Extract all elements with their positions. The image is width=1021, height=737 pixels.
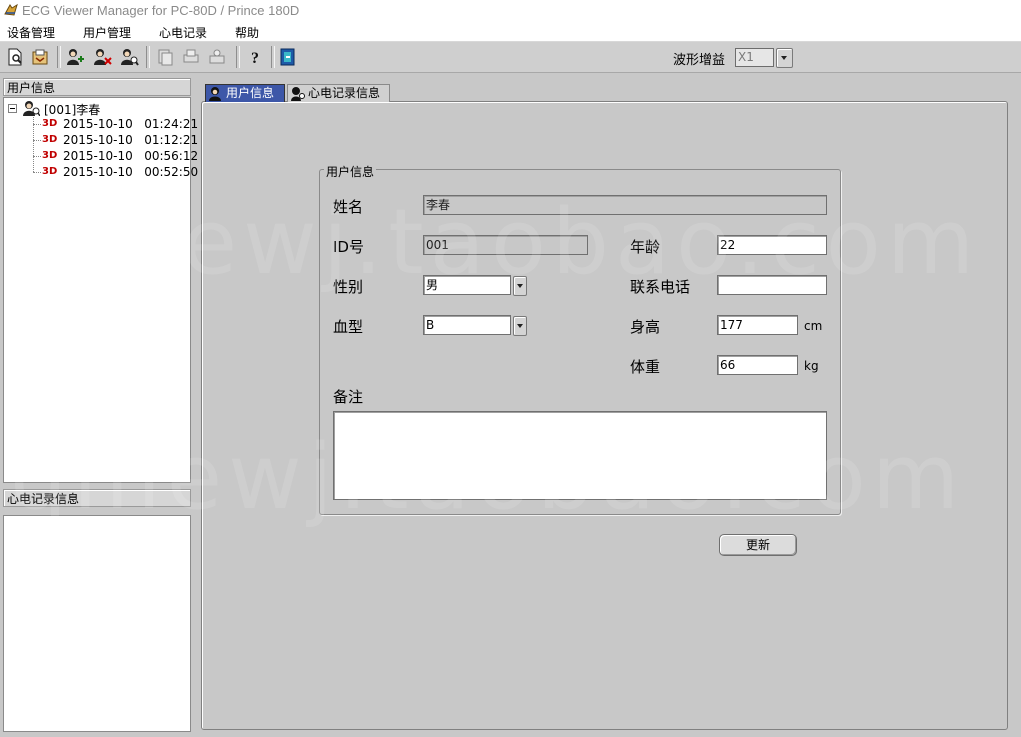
search-user-icon (291, 87, 305, 101)
waveform-gain-dropdown-button[interactable] (776, 48, 793, 68)
print-preview-icon[interactable] (207, 47, 227, 67)
record-3d-badge: 3D (42, 150, 58, 161)
tree-connector (33, 172, 41, 173)
toolbar-separator (57, 46, 61, 68)
exit-icon[interactable] (278, 47, 298, 67)
chevron-down-icon (517, 324, 523, 328)
record-3d-badge: 3D (42, 118, 58, 129)
user-icon (209, 87, 221, 101)
app-icon (4, 3, 18, 16)
tree-record-item[interactable]: 2015-10-10 00:56:12 (63, 149, 198, 163)
tree-collapse-toggle[interactable] (8, 104, 17, 113)
toolbar-separator (236, 46, 240, 68)
height-label: 身高 (630, 318, 661, 336)
record-time: 01:12:21 (144, 133, 199, 147)
menu-bar: 设备管理 用户管理 心电记录 帮助 (0, 20, 1021, 42)
toolbar-separator (271, 46, 275, 68)
ecg-record-panel (3, 515, 191, 732)
user-panel-header: 用户信息 (3, 78, 191, 96)
menu-user-management[interactable]: 用户管理 (83, 24, 131, 41)
toolbar-separator (146, 46, 150, 68)
add-user-icon[interactable] (65, 47, 85, 67)
search-user-icon[interactable] (119, 47, 139, 67)
print-icon[interactable] (181, 47, 201, 67)
update-button[interactable]: 更新 (719, 534, 797, 556)
svg-text:?: ? (251, 50, 259, 67)
name-label: 姓名 (333, 198, 364, 216)
blood-type-label: 血型 (333, 318, 364, 336)
record-3d-badge: 3D (42, 134, 58, 145)
gender-select[interactable]: 男 (423, 275, 511, 295)
record-date: 2015-10-10 (63, 149, 133, 163)
tree-user-node[interactable]: [001]李春 (44, 101, 100, 118)
title-bar: ECG Viewer Manager for PC-80D / Prince 1… (0, 0, 1021, 20)
waveform-gain-value: X1 (738, 50, 754, 64)
tree-connector (33, 124, 41, 125)
record-date: 2015-10-10 (63, 117, 133, 131)
help-icon[interactable]: ? (245, 47, 265, 67)
tab-ecg-record-info-label: 心电记录信息 (308, 86, 381, 100)
waveform-gain-label: 波形增益 (673, 53, 726, 68)
chevron-down-icon (781, 56, 787, 60)
id-label: ID号 (333, 238, 364, 256)
notes-label: 备注 (333, 388, 364, 406)
new-document-icon[interactable] (5, 47, 25, 67)
tree-record-item[interactable]: 2015-10-10 00:52:50 (63, 165, 198, 179)
menu-ecg-records[interactable]: 心电记录 (159, 24, 207, 41)
ecg-record-panel-header: 心电记录信息 (3, 489, 191, 507)
tree-connector (33, 140, 41, 141)
weight-label: 体重 (630, 358, 661, 376)
tab-user-info-label: 用户信息 (226, 86, 275, 100)
export-icon[interactable] (30, 47, 50, 67)
notes-textarea[interactable] (333, 411, 827, 500)
record-time: 01:24:21 (144, 117, 199, 131)
tab-ecg-record-info[interactable]: 心电记录信息 (287, 84, 390, 102)
toolbar: ? 波形增益 (0, 42, 1021, 73)
tree-connector (33, 117, 34, 172)
age-field[interactable]: 22 (717, 235, 827, 255)
record-date: 2015-10-10 (63, 165, 133, 179)
id-field[interactable]: 001 (423, 235, 588, 255)
weight-unit: kg (804, 359, 819, 373)
tab-user-info[interactable]: 用户信息 (205, 84, 285, 102)
tree-connector (33, 156, 41, 157)
record-time: 00:56:12 (144, 149, 199, 163)
phone-field[interactable] (717, 275, 827, 295)
tree-record-item[interactable]: 2015-10-10 01:24:21 (63, 117, 198, 131)
height-unit: cm (804, 319, 823, 333)
copy-icon[interactable] (155, 47, 175, 67)
blood-type-select[interactable]: B (423, 315, 511, 335)
menu-help[interactable]: 帮助 (235, 24, 259, 41)
chevron-down-icon (517, 284, 523, 288)
record-3d-badge: 3D (42, 166, 58, 177)
gender-dropdown-button[interactable] (513, 276, 527, 296)
groupbox-title: 用户信息 (324, 163, 377, 180)
record-time: 00:52:50 (144, 165, 199, 179)
weight-field[interactable]: 66 (717, 355, 798, 375)
record-date: 2015-10-10 (63, 133, 133, 147)
tree-record-item[interactable]: 2015-10-10 01:12:21 (63, 133, 198, 147)
gender-label: 性别 (333, 278, 364, 296)
user-icon (23, 101, 40, 116)
height-field[interactable]: 177 (717, 315, 798, 335)
menu-device-management[interactable]: 设备管理 (7, 24, 55, 41)
phone-label: 联系电话 (630, 278, 691, 296)
age-label: 年龄 (630, 238, 661, 256)
name-field[interactable]: 李春 (423, 195, 827, 215)
delete-user-icon[interactable] (92, 47, 112, 67)
blood-type-dropdown-button[interactable] (513, 316, 527, 336)
window-title: ECG Viewer Manager for PC-80D / Prince 1… (22, 3, 300, 18)
